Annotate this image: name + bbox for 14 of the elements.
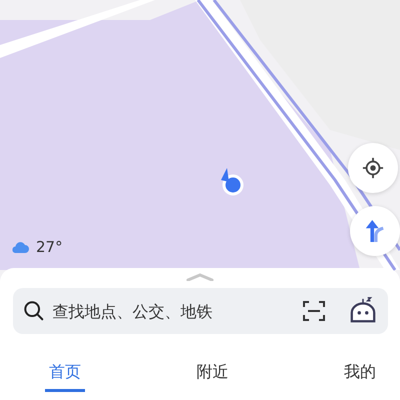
nav-tab[interactable]: 附近 xyxy=(192,358,232,392)
nav-tab[interactable]: 我的 xyxy=(340,358,380,392)
nav-tab[interactable]: 首页 xyxy=(45,358,85,392)
robot-icon[interactable] xyxy=(348,297,378,325)
drag-handle-icon[interactable] xyxy=(186,273,214,281)
temperature-text: 27° xyxy=(36,238,63,256)
search-bar[interactable]: 查找地点、公交、地铁 xyxy=(12,288,388,334)
cloud-icon xyxy=(10,240,30,254)
search-input[interactable]: 查找地点、公交、地铁 xyxy=(52,302,294,320)
search-icon xyxy=(22,300,44,322)
scan-icon[interactable] xyxy=(302,299,326,323)
target-icon xyxy=(362,157,384,179)
turn-arrow-icon xyxy=(364,218,386,244)
weather-widget[interactable]: 27° xyxy=(10,238,63,256)
